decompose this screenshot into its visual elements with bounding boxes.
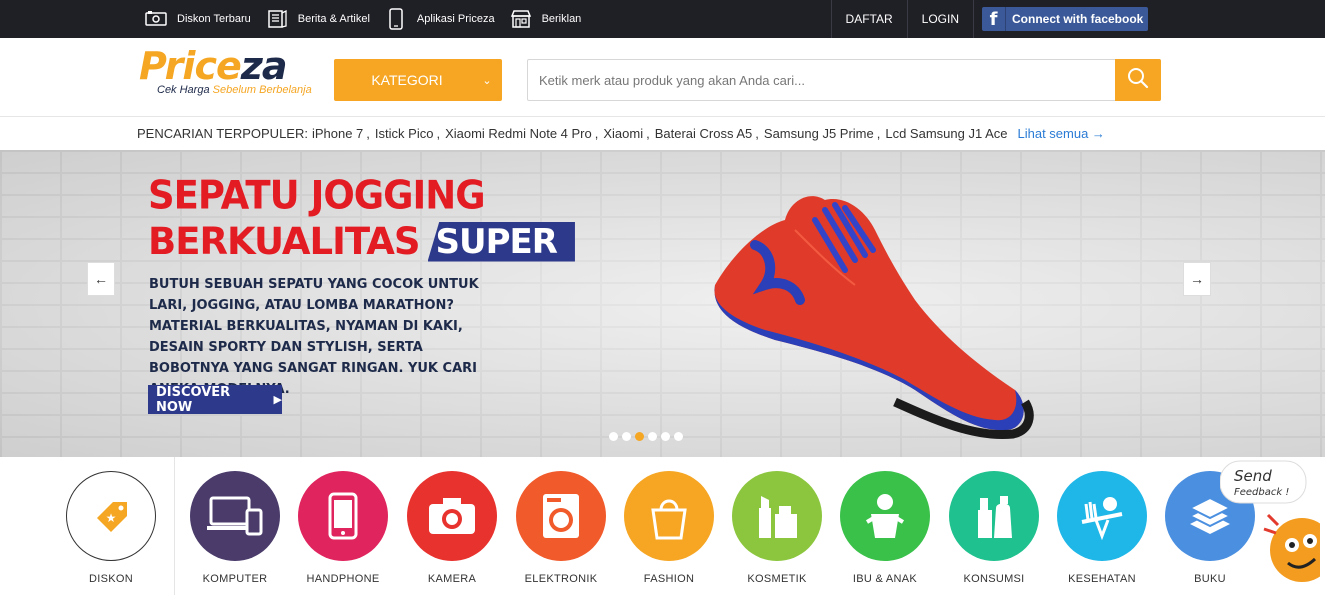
category-elektronik[interactable]: ELEKTRONIK (507, 471, 615, 585)
kategori-dropdown[interactable]: KATEGORI ⌄ (334, 59, 502, 101)
category-komputer[interactable]: KOMPUTER (181, 471, 289, 585)
arrow-right-icon: → (1190, 271, 1204, 287)
top-link-label: Beriklan (541, 13, 582, 25)
category-kesehatan[interactable]: KESEHATAN (1048, 471, 1156, 585)
banner-prev-button[interactable]: ← (87, 262, 115, 296)
triangle-right-icon: ▶ (273, 393, 282, 406)
health-balance-icon (1057, 471, 1147, 561)
banner-dot[interactable] (622, 432, 631, 441)
feedback-line-2: Feedback ! (1234, 487, 1289, 498)
popular-item[interactable]: Baterai Cross A5 (655, 126, 753, 141)
top-link-diskon[interactable]: Diskon Terbaru (145, 9, 251, 29)
category-label: KAMERA (427, 573, 477, 585)
chevron-down-icon: ⌄ (482, 74, 492, 87)
category-label: HANDPHONE (306, 573, 380, 585)
popular-searches: PENCARIAN TERPOPULER: iPhone 7, Istick P… (0, 117, 1325, 150)
category-divider (174, 457, 175, 595)
banner-dot[interactable] (661, 432, 670, 441)
discount-ticket-icon (145, 9, 167, 29)
popular-item[interactable]: iPhone 7 (312, 126, 363, 141)
logo-tagline: Cek Harga Sebelum Berbelanja (157, 84, 312, 96)
top-auth: DAFTAR LOGIN f Connect with facebook (830, 0, 1325, 38)
category-label: KOSMETIK (747, 573, 807, 585)
category-konsumsi[interactable]: KONSUMSI (940, 471, 1048, 585)
login-link[interactable]: LOGIN (906, 0, 973, 38)
banner-dot[interactable] (609, 432, 618, 441)
discover-now-label: DISCOVER NOW (156, 384, 231, 415)
banner-dot[interactable] (648, 432, 657, 441)
washing-machine-icon (516, 471, 606, 561)
popular-item[interactable]: Istick Pico (375, 126, 434, 141)
popular-item[interactable]: Xiaomi (603, 126, 643, 141)
category-label: KOMPUTER (202, 573, 268, 585)
discover-now-button[interactable]: DISCOVER NOW ▶ (148, 384, 282, 415)
category-fashion[interactable]: FASHION (615, 471, 723, 585)
banner-dot[interactable] (635, 432, 644, 441)
facebook-wrap: f Connect with facebook (973, 0, 1162, 38)
svg-text:★: ★ (106, 511, 117, 525)
logo-wordmark: Priceza (139, 44, 288, 88)
top-link-beriklan[interactable]: Beriklan (510, 9, 582, 29)
top-link-label: Diskon Terbaru (177, 13, 251, 25)
category-label: FASHION (643, 573, 695, 585)
category-label: IBU & ANAK (852, 573, 918, 585)
category-kamera[interactable]: KAMERA (398, 471, 506, 585)
facebook-label: Connect with facebook (1012, 12, 1144, 26)
top-link-label: Aplikasi Priceza (416, 13, 495, 25)
mobile-app-icon (385, 8, 407, 30)
category-handphone[interactable]: HANDPHONE (289, 471, 397, 585)
top-bar: Diskon Terbaru Berita & Artikel Aplikasi… (0, 0, 1325, 38)
search-button[interactable] (1115, 59, 1161, 101)
banner-headline-2-text: BERKUALITAS (148, 220, 421, 263)
hero-banner: SEPATU JOGGING BERKUALITAS SUPER BUTUH S… (0, 150, 1325, 457)
send-feedback-widget[interactable]: Send Feedback ! (1220, 455, 1320, 595)
baby-icon (840, 471, 930, 561)
discount-tag-icon: ★ (66, 471, 156, 561)
category-row: ★ DISKON KOMPUTER HANDPHONE KAMERA ELEKTRONIK… (0, 457, 1325, 595)
running-shoe-image (714, 196, 1034, 440)
kategori-label: KATEGORI (371, 72, 443, 88)
banner-super-badge: SUPER (427, 221, 575, 262)
banner-pagination (609, 432, 687, 441)
top-link-berita[interactable]: Berita & Artikel (266, 9, 370, 29)
cosmetics-icon (732, 471, 822, 561)
header: Priceza Cek Harga Sebelum Berbelanja KAT… (0, 38, 1325, 117)
banner-next-button[interactable]: → (1183, 262, 1211, 296)
arrow-left-icon: ← (94, 271, 108, 287)
search-input[interactable] (528, 60, 1116, 100)
category-label: DISKON (89, 573, 133, 585)
camera-icon (407, 471, 497, 561)
banner-headline-2: BERKUALITAS SUPER (148, 220, 575, 263)
popular-item[interactable]: Lcd Samsung J1 Ace (885, 126, 1007, 141)
category-label: KESEHATAN (1068, 573, 1136, 585)
news-icon (266, 9, 288, 29)
popular-item[interactable]: Samsung J5 Prime (764, 126, 874, 141)
category-kosmetik[interactable]: KOSMETIK (723, 471, 831, 585)
facebook-icon: f (982, 7, 1006, 31)
search-icon (1127, 67, 1149, 94)
banner-headline-1: SEPATU JOGGING (148, 172, 486, 219)
store-icon (510, 9, 532, 29)
category-ibu-anak[interactable]: IBU & ANAK (831, 471, 939, 585)
computer-icon (190, 471, 280, 561)
see-all-link[interactable]: Lihat semua → (1018, 126, 1105, 141)
bottles-icon (949, 471, 1039, 561)
daftar-link[interactable]: DAFTAR (830, 0, 907, 38)
feedback-line-1: Send (1234, 467, 1272, 485)
top-link-aplikasi[interactable]: Aplikasi Priceza (385, 8, 495, 30)
category-label: ELEKTRONIK (524, 573, 598, 585)
handphone-icon (298, 471, 388, 561)
priceza-logo[interactable]: Priceza Cek Harga Sebelum Berbelanja (139, 46, 319, 106)
popular-item[interactable]: Xiaomi Redmi Note 4 Pro (445, 126, 592, 141)
handbag-icon (624, 471, 714, 561)
facebook-connect-button[interactable]: f Connect with facebook (982, 7, 1148, 31)
top-links: Diskon Terbaru Berita & Artikel Aplikasi… (145, 0, 596, 38)
popular-title: PENCARIAN TERPOPULER: (137, 126, 308, 141)
search-bar (527, 59, 1161, 101)
top-link-label: Berita & Artikel (297, 13, 370, 25)
banner-dot[interactable] (674, 432, 683, 441)
banner-body-text: BUTUH SEBUAH SEPATU YANG COCOK UNTUK LAR… (149, 277, 479, 397)
category-label: KONSUMSI (963, 573, 1025, 585)
category-diskon[interactable]: ★ DISKON (57, 471, 165, 585)
